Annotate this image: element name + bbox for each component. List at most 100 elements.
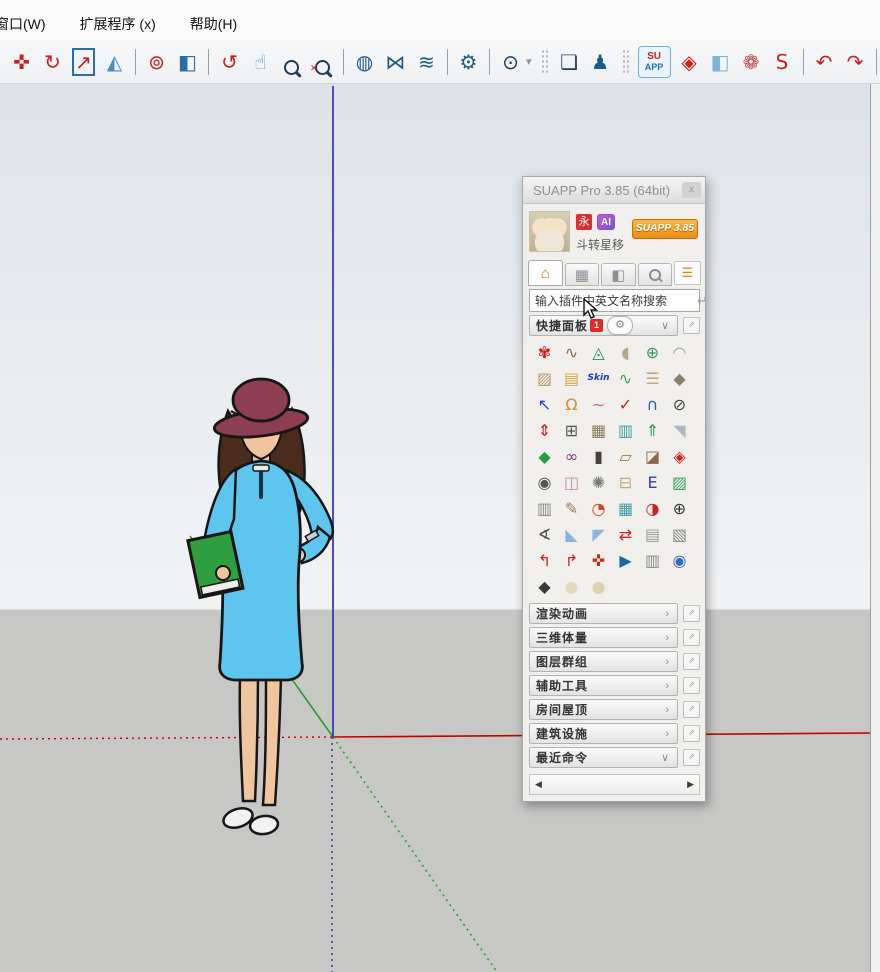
- menu-item-2[interactable]: 帮助(H): [186, 12, 241, 36]
- tape-measure-tool-icon[interactable]: ⊚: [143, 46, 170, 78]
- viewport-canvas[interactable]: [0, 84, 871, 972]
- section-header[interactable]: 建筑设施›: [529, 723, 678, 744]
- plugin-icon[interactable]: ▧: [666, 521, 693, 547]
- plugin-icon[interactable]: ✎: [558, 495, 585, 521]
- flip-tool-icon[interactable]: ◭: [101, 46, 128, 78]
- suapp-box-icon[interactable]: ◈: [676, 46, 703, 78]
- eraser-clean-icon[interactable]: ↶: [811, 46, 838, 78]
- plugin-icon[interactable]: ∢: [531, 521, 558, 547]
- plugin-icon[interactable]: ⊕: [666, 495, 693, 521]
- paint-bucket-tool-icon[interactable]: ◧: [174, 46, 201, 78]
- plugin-icon[interactable]: ∿: [612, 365, 639, 391]
- plugin-icon[interactable]: ∼: [585, 391, 612, 417]
- rotate-tool-icon[interactable]: ↻: [39, 46, 66, 78]
- plugin-icon[interactable]: ⇄: [612, 521, 639, 547]
- plugin-icon[interactable]: ◆: [531, 443, 558, 469]
- plugin-icon[interactable]: ●: [585, 573, 612, 599]
- plugin-icon[interactable]: ↖: [531, 391, 558, 417]
- plugin-icon[interactable]: E: [639, 469, 666, 495]
- list-view-button[interactable]: ☰: [674, 261, 701, 285]
- plugin-icon[interactable]: ▶: [612, 547, 639, 573]
- plugin-icon[interactable]: ◖: [612, 339, 639, 365]
- external-link-icon[interactable]: ⇗: [683, 605, 700, 622]
- external-link-icon[interactable]: ⇗: [683, 317, 700, 334]
- scroll-left-arrow[interactable]: ◀: [535, 779, 542, 790]
- orbit-tool-icon[interactable]: ↺: [216, 46, 243, 78]
- plugin-icon[interactable]: ◣: [558, 521, 585, 547]
- person-figure[interactable]: [178, 377, 344, 843]
- chevron-right-icon[interactable]: ›: [665, 728, 669, 740]
- new-file-icon[interactable]: ❏: [556, 46, 583, 78]
- plugin-icon[interactable]: ▦: [585, 417, 612, 443]
- toolbar-grip[interactable]: [622, 49, 629, 75]
- suapp-version-button[interactable]: SUAPP 3.85: [632, 219, 698, 239]
- flower-component-icon[interactable]: ❁: [738, 46, 765, 78]
- suapp-toolbar-button[interactable]: SUAPP: [638, 46, 671, 78]
- gear-icon[interactable]: ⚙: [607, 316, 633, 335]
- enter-icon[interactable]: ↵: [692, 293, 713, 309]
- brush-refresh-icon[interactable]: ↷: [842, 46, 869, 78]
- plugin-icon[interactable]: ∩: [639, 391, 666, 417]
- plugin-icon[interactable]: ◪: [639, 443, 666, 469]
- plugin-icon[interactable]: Skin: [585, 365, 612, 391]
- plugin-icon[interactable]: ⇕: [531, 417, 558, 443]
- plugin-icon[interactable]: ◠: [666, 339, 693, 365]
- external-link-icon[interactable]: ⇗: [683, 725, 700, 742]
- plugin-icon[interactable]: ◤: [585, 521, 612, 547]
- quick-panel-header[interactable]: 快捷面板 1 ⚙ ∨: [529, 315, 678, 336]
- chevron-right-icon[interactable]: ›: [665, 704, 669, 716]
- plugin-gear-icon[interactable]: ⚙: [455, 46, 482, 78]
- zoom-tool-icon[interactable]: [278, 46, 305, 78]
- dropdown-caret-icon[interactable]: ▾: [526, 55, 532, 68]
- plugin-icon[interactable]: ◥: [666, 417, 693, 443]
- layers-export-icon[interactable]: ≋: [413, 46, 440, 78]
- chevron-right-icon[interactable]: ›: [665, 680, 669, 692]
- chevron-right-icon[interactable]: ›: [665, 656, 669, 668]
- plugin-icon[interactable]: ▤: [558, 365, 585, 391]
- tab-search[interactable]: [638, 263, 673, 286]
- chevron-down-icon[interactable]: ∨: [661, 319, 669, 332]
- plugin-icon[interactable]: ⇑: [639, 417, 666, 443]
- add-person-icon[interactable]: ♟: [587, 46, 614, 78]
- plugin-icon[interactable]: ◫: [558, 469, 585, 495]
- menu-item-1[interactable]: 扩展程序 (x): [76, 12, 160, 36]
- close-button[interactable]: x: [682, 182, 701, 198]
- plugin-icon[interactable]: ⊘: [666, 391, 693, 417]
- plugin-icon[interactable]: ▨: [666, 469, 693, 495]
- plugin-icon[interactable]: ◉: [531, 469, 558, 495]
- plugin-icon[interactable]: ▦: [612, 495, 639, 521]
- external-link-icon[interactable]: ⇗: [683, 653, 700, 670]
- section-header[interactable]: 渲染动画›: [529, 603, 678, 624]
- plugin-icon[interactable]: ▤: [639, 521, 666, 547]
- plugin-icon[interactable]: ◑: [639, 495, 666, 521]
- plugin-icon[interactable]: ◆: [531, 573, 558, 599]
- s-logo-icon[interactable]: S: [769, 46, 796, 78]
- toolbar-grip[interactable]: [541, 49, 548, 75]
- panel-title-bar[interactable]: SUAPP Pro 3.85 (64bit) x: [523, 177, 705, 204]
- pan-tool-icon[interactable]: ☝: [247, 46, 274, 78]
- plugin-icon[interactable]: ✓: [612, 391, 639, 417]
- plugin-icon[interactable]: ⊟: [612, 469, 639, 495]
- tab-paint[interactable]: ◧: [601, 263, 636, 286]
- ai-badge[interactable]: AI: [597, 214, 615, 230]
- section-header[interactable]: 最近命令∨: [529, 747, 678, 768]
- plugin-icon[interactable]: ⊞: [558, 417, 585, 443]
- plugin-icon[interactable]: ✺: [585, 469, 612, 495]
- plugin-icon[interactable]: ▥: [639, 547, 666, 573]
- section-header[interactable]: 图层群组›: [529, 651, 678, 672]
- plugin-icon[interactable]: Ω: [558, 391, 585, 417]
- plugin-icon[interactable]: ▨: [531, 365, 558, 391]
- tab-library[interactable]: ▦: [565, 263, 600, 286]
- plugin-icon[interactable]: ◔: [585, 495, 612, 521]
- section-header[interactable]: 三维体量›: [529, 627, 678, 648]
- chevron-right-icon[interactable]: ›: [665, 608, 669, 620]
- plugin-icon[interactable]: ↰: [531, 547, 558, 573]
- plugin-icon[interactable]: ◆: [666, 365, 693, 391]
- plugin-icon[interactable]: ▥: [612, 417, 639, 443]
- plugin-icon[interactable]: ●: [558, 573, 585, 599]
- plugin-icon[interactable]: ✾: [531, 339, 558, 365]
- section-header[interactable]: 辅助工具›: [529, 675, 678, 696]
- plugin-search-input[interactable]: [530, 294, 692, 308]
- plugin-icon[interactable]: ◉: [666, 547, 693, 573]
- plugin-icon[interactable]: ▱: [612, 443, 639, 469]
